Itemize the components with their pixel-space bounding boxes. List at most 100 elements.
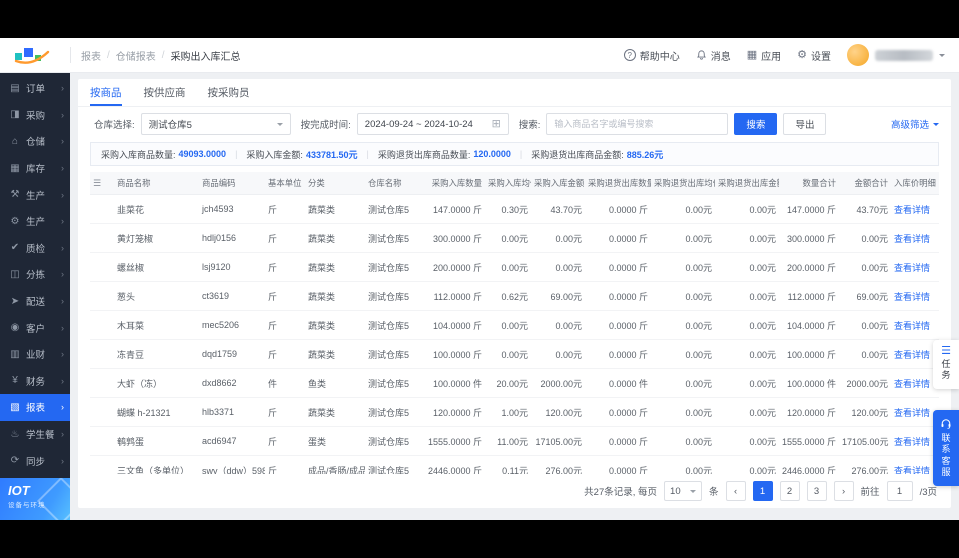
contact-service-widget[interactable]: 联系客服 — [933, 410, 959, 486]
view-detail-link[interactable]: 查看详情 — [894, 234, 930, 244]
table-cell: dqd1759 — [199, 340, 265, 369]
table-cell: 2000.00元 — [531, 369, 585, 398]
help-center-button[interactable]: ? 帮助中心 — [624, 48, 680, 63]
settings-label: 设置 — [811, 48, 831, 63]
pagination: 共27条记录, 每页 10 条 ‹ 123 › 前往 1 /3页 — [78, 474, 951, 508]
settings-button[interactable]: 设置 — [797, 48, 831, 63]
table-cell: 104.0000 斤 — [423, 311, 485, 340]
table-cell: 木耳菜 — [114, 311, 199, 340]
page-button-3[interactable]: 3 — [807, 481, 827, 501]
column-header: 采购入库均价 — [485, 172, 531, 195]
chevron-right-icon: › — [61, 83, 64, 93]
table-row: 蝴蝶 h-21321hlb3371斤蔬菜类测试仓库5120.0000 斤1.00… — [90, 398, 939, 427]
view-detail-link[interactable]: 查看详情 — [894, 292, 930, 302]
table-container: 商品名称商品编码基本单位分类仓库名称采购入库数量采购入库均价采购入库金额采购退货… — [78, 172, 951, 474]
table-cell: 0.0000 斤 — [585, 456, 651, 475]
sidebar: ▤订单›◨采购›⌂仓储›▦库存›⚒生产›⚙生产›✔质检›◫分拣›➤配送›◉客户›… — [0, 73, 70, 520]
column-header: 商品编码 — [199, 172, 265, 195]
row-leading-cell — [90, 195, 114, 224]
view-detail-link[interactable]: 查看详情 — [894, 263, 930, 273]
sidebar-item-11[interactable]: ▥业财› — [0, 341, 70, 368]
sidebar-item-4[interactable]: ▦库存› — [0, 155, 70, 182]
chevron-right-icon: › — [61, 296, 64, 306]
tab-3[interactable]: 按采购员 — [208, 79, 250, 106]
table-cell: dxd8662 — [199, 369, 265, 398]
table-cell: 112.0000 斤 — [423, 282, 485, 311]
date-range-picker[interactable]: 2024-09-24 ~ 2024-10-24 — [357, 113, 509, 135]
sidebar-item-14[interactable]: ♨学生餐› — [0, 421, 70, 448]
page-button-2[interactable]: 2 — [780, 481, 800, 501]
view-detail-link[interactable]: 查看详情 — [894, 321, 930, 331]
table-cell: 0.00元 — [651, 340, 715, 369]
report-card: 按商品按供应商按采购员 仓库选择: 测试仓库5 按完成时间: 2024-09-2… — [78, 79, 951, 508]
sidebar-item-9[interactable]: ➤配送› — [0, 288, 70, 315]
chevron-right-icon: › — [61, 190, 64, 200]
sidebar-item-7[interactable]: ✔质检› — [0, 235, 70, 262]
apps-button[interactable]: 应用 — [747, 48, 781, 63]
breadcrumb-item[interactable]: 报表 — [81, 48, 101, 63]
sidebar-item-2[interactable]: ◨采购› — [0, 102, 70, 129]
column-settings-icon[interactable] — [93, 178, 101, 188]
page-size-select[interactable]: 10 — [664, 481, 702, 501]
page-buttons: 123 — [753, 481, 827, 501]
prev-page-button[interactable]: ‹ — [726, 481, 746, 501]
brand-logo[interactable] — [14, 46, 58, 64]
chevron-down-icon — [933, 123, 939, 129]
view-detail-link[interactable]: 查看详情 — [894, 437, 930, 447]
sidebar-item-1[interactable]: ▤订单› — [0, 75, 70, 102]
detail-cell: 查看详情 — [891, 282, 939, 311]
top-header: 报表/仓储报表/采购出入库汇总 ? 帮助中心 消息 应用 — [0, 38, 959, 73]
sidebar-item-3[interactable]: ⌂仓储› — [0, 128, 70, 155]
goto-page-input[interactable]: 1 — [887, 481, 913, 501]
export-button[interactable]: 导出 — [783, 113, 826, 135]
table-row: 葱头ct3619斤蔬菜类测试仓库5112.0000 斤0.62元69.00元0.… — [90, 282, 939, 311]
breadcrumb-item[interactable]: 仓储报表 — [116, 48, 156, 63]
sidebar-item-8[interactable]: ◫分拣› — [0, 261, 70, 288]
sidebar-item-label: 质检 — [26, 241, 56, 255]
advanced-filter-toggle[interactable]: 高级筛选 — [891, 117, 939, 131]
table-cell: acd6947 — [199, 427, 265, 456]
inventory-icon: ▦ — [9, 163, 21, 174]
table-cell: 43.70元 — [839, 195, 891, 224]
view-detail-link[interactable]: 查看详情 — [894, 379, 930, 389]
warehouse-select[interactable]: 测试仓库5 — [141, 113, 291, 135]
column-header: 金额合计 — [839, 172, 891, 195]
sidebar-item-15[interactable]: ⟳同步› — [0, 447, 70, 474]
sidebar-item-13[interactable]: ▧报表› — [0, 394, 70, 421]
search-input[interactable] — [546, 113, 728, 135]
order-icon: ▤ — [9, 83, 21, 94]
tab-2[interactable]: 按供应商 — [144, 79, 186, 106]
warehouse-select-value: 测试仓库5 — [149, 117, 192, 131]
sidebar-item-10[interactable]: ◉客户› — [0, 314, 70, 341]
task-widget[interactable]: ☰ 任务 — [933, 340, 959, 389]
page-button-1[interactable]: 1 — [753, 481, 773, 501]
table-cell: 147.0000 斤 — [423, 195, 485, 224]
row-leading-cell — [90, 427, 114, 456]
column-header: 采购退货出库数量 — [585, 172, 651, 195]
search-button[interactable]: 搜索 — [734, 113, 777, 135]
view-detail-link[interactable]: 查看详情 — [894, 408, 930, 418]
sidebar-item-12[interactable]: ¥财务› — [0, 368, 70, 395]
table-cell: 斤 — [265, 253, 305, 282]
tab-1[interactable]: 按商品 — [90, 79, 122, 106]
sidebar-item-label: 分拣 — [26, 267, 56, 281]
summary-item: 采购入库商品数量:49093.0000 — [101, 148, 226, 161]
table-cell: 0.0000 斤 — [585, 282, 651, 311]
row-leading-cell — [90, 340, 114, 369]
table-cell: 0.30元 — [485, 195, 531, 224]
view-detail-link[interactable]: 查看详情 — [894, 205, 930, 215]
column-header: 仓库名称 — [365, 172, 423, 195]
view-detail-link[interactable]: 查看详情 — [894, 350, 930, 360]
user-menu[interactable] — [847, 44, 945, 66]
breadcrumb-item: 采购出入库汇总 — [171, 48, 241, 63]
view-detail-link[interactable]: 查看详情 — [894, 466, 930, 475]
table-cell: 0.00元 — [485, 253, 531, 282]
calendar-icon — [492, 119, 501, 130]
messages-button[interactable]: 消息 — [696, 48, 731, 63]
sidebar-item-5[interactable]: ⚒生产› — [0, 181, 70, 208]
table-cell: hlb3371 — [199, 398, 265, 427]
table-cell: 120.0000 斤 — [423, 398, 485, 427]
table-cell: 0.0000 斤 — [585, 224, 651, 253]
next-page-button[interactable]: › — [834, 481, 854, 501]
sidebar-item-6[interactable]: ⚙生产› — [0, 208, 70, 235]
